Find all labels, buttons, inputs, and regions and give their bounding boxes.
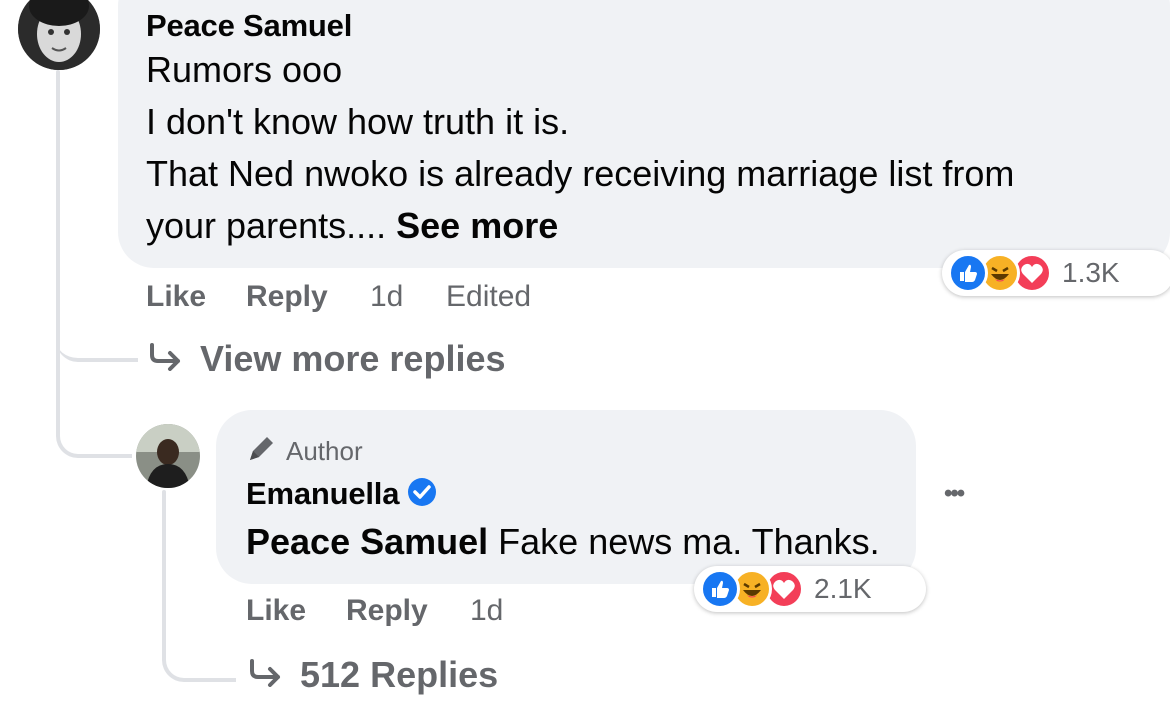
replies-link-label: 512 Replies [300,654,499,695]
reply-message: Fake news ma. Thanks. [488,521,880,562]
reply-author[interactable]: Emanuella [246,476,399,512]
reply-button[interactable]: Reply [246,280,328,314]
edited-label: Edited [446,280,532,313]
reaction-summary[interactable]: 1.3K [942,250,1170,296]
like-icon [948,253,988,293]
author-badge-label: Author [286,436,363,466]
author-badge: Author [246,432,363,471]
reply-reaction-summary[interactable]: 2.1K [694,566,926,612]
reply-text: Peace Samuel Fake news ma. Thanks. [246,516,880,568]
like-button[interactable]: Like [146,280,206,314]
comment-author[interactable]: Peace Samuel [146,8,352,44]
view-more-replies-label: View more replies [200,338,506,379]
see-more-link[interactable]: See more [396,205,558,246]
more-options-button[interactable]: ••• [944,480,965,508]
comment-timestamp[interactable]: 1d [370,280,403,314]
comment-text: Rumors ooo I don't know how truth it is.… [146,44,1156,252]
reply-author-row: Emanuella [246,476,437,512]
view-more-replies-link[interactable]: View more replies [146,338,506,380]
reply-mention[interactable]: Peace Samuel [246,521,488,562]
reply-like-button[interactable]: Like [246,594,306,628]
reply-reaction-count: 2.1K [814,573,872,604]
replies-link[interactable]: 512 Replies [246,654,498,696]
like-icon [700,569,740,609]
reply-timestamp[interactable]: 1d [470,594,503,628]
thread-line-reply [162,490,166,640]
reaction-count: 1.3K [1062,257,1120,288]
thread-connector-view-more [56,300,138,362]
comment-line-1: Rumors ooo [146,49,343,90]
verified-badge-icon [407,477,437,512]
reply-arrow-icon [146,338,186,380]
avatar-peace-samuel[interactable] [18,0,100,70]
thread-connector-reply [56,380,132,458]
reply-reply-button[interactable]: Reply [346,594,428,628]
reply-arrow-icon [246,654,286,696]
comment-line-2: I don't know how truth it is. [146,101,570,142]
comment-line-4: your parents.... [146,205,387,246]
pencil-icon [246,432,278,471]
comment-line-3: That Ned nwoko is already receiving marr… [146,153,1015,194]
avatar-emanuella[interactable] [136,424,200,488]
thread-connector-replies [162,620,236,682]
